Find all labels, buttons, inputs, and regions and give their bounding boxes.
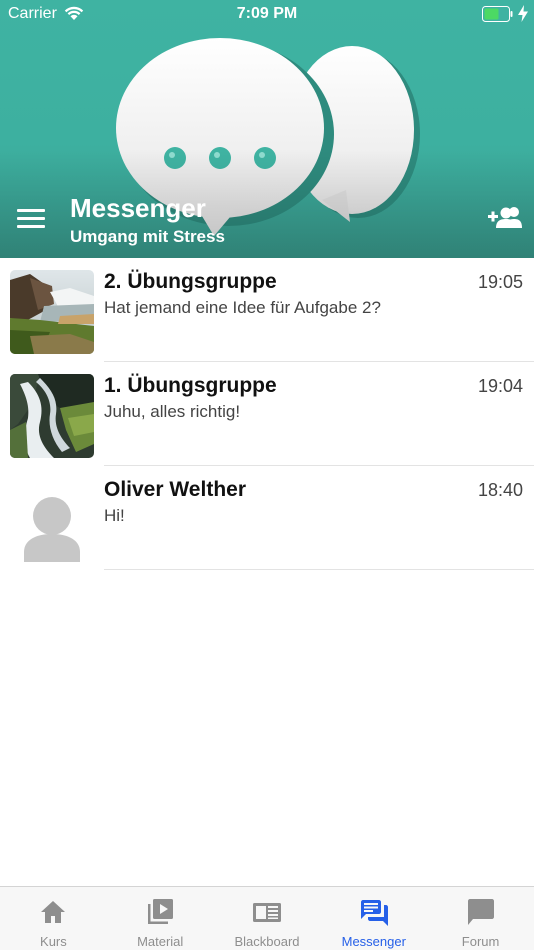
chat-last-message: Hi! [104,506,125,525]
status-bar: Carrier 7:09 PM [0,0,534,30]
group-avatar [10,270,94,354]
chat-time: 19:04 [477,376,523,396]
page-subtitle: Umgang mit Stress [70,227,225,246]
battery-icon [482,6,513,22]
page-title: Messenger [70,193,206,223]
chat-time: 19:05 [477,272,523,292]
hamburger-menu-icon[interactable] [16,206,46,230]
waterfall-closeup-image [10,374,94,458]
video-library-icon [148,899,174,924]
chat-time: 18:40 [477,480,523,500]
tab-label: Kurs [40,934,67,949]
chat-icon [360,900,388,926]
tab-label: Messenger [341,934,406,949]
home-icon [41,901,66,923]
add-user-icon[interactable] [484,206,522,230]
header: Carrier 7:09 PM Messenger Umgang mit Str… [0,0,534,258]
status-time: 7:09 PM [236,5,298,22]
chat-name: Oliver Welther [104,478,246,501]
newspaper-icon [252,903,281,922]
default-person-icon [10,478,94,562]
waterfall-landscape-image [10,270,94,354]
tab-bar: Kurs Material Blackboard Messenger Forum [0,886,534,950]
chat-list: 2. Übungsgruppe Hat jemand eine Idee für… [0,258,534,570]
chat-name: 2. Übungsgruppe [104,270,277,293]
tab-kurs[interactable]: Kurs [0,887,107,950]
chat-last-message: Hat jemand eine Idee für Aufgabe 2? [104,298,381,317]
charging-bolt-icon [518,5,528,22]
chat-list-item[interactable]: Oliver Welther Hi! 18:40 [0,466,534,570]
tab-material[interactable]: Material [107,887,214,950]
chat-list-item[interactable]: 1. Übungsgruppe Juhu, alles richtig! 19:… [0,362,534,466]
tab-blackboard[interactable]: Blackboard [214,887,321,950]
tab-label: Material [137,934,184,949]
tab-messenger[interactable]: Messenger [320,887,427,950]
chat-list-item[interactable]: 2. Übungsgruppe Hat jemand eine Idee für… [0,258,534,362]
tab-label: Forum [461,934,500,949]
comment-icon [467,899,494,925]
tab-label: Blackboard [234,934,300,949]
group-avatar [10,374,94,458]
contact-avatar [10,478,94,562]
chat-last-message: Juhu, alles richtig! [104,402,241,421]
chat-name: 1. Übungsgruppe [104,374,277,397]
divider [104,569,534,570]
tab-forum[interactable]: Forum [427,887,534,950]
